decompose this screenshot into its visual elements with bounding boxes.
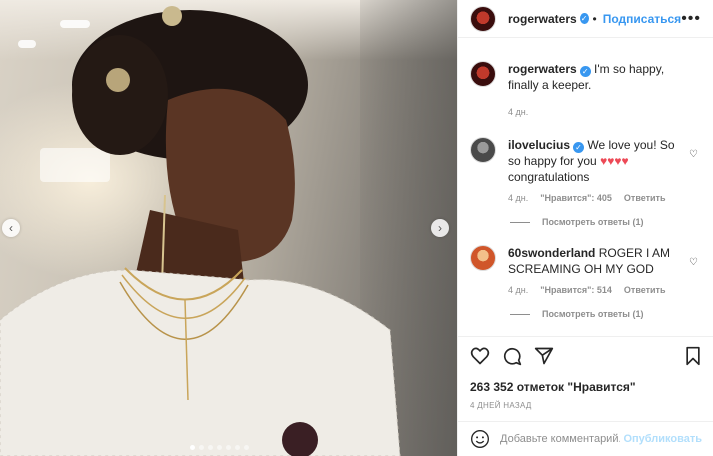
carousel-next-button[interactable]: › — [431, 219, 449, 237]
verified-icon: ✓ — [573, 142, 585, 153]
likes-count[interactable]: 263 352 отметок "Нравится" — [470, 380, 702, 394]
portrait-illustration — [0, 6, 401, 456]
reply-button[interactable]: Ответить — [624, 285, 666, 295]
post-side-panel: rogerwaters ✓ • Подписаться ••• rogerwat… — [457, 0, 713, 456]
carousel-dot — [208, 445, 213, 450]
post-photo[interactable]: ‹ › — [0, 0, 457, 456]
like-comment-heart-icon[interactable]: ♡ — [689, 149, 698, 160]
like-comment-heart-icon[interactable]: ♡ — [689, 257, 698, 268]
post-header: rogerwaters ✓ • Подписаться ••• — [458, 0, 713, 38]
comment-item: ilovelucius ✓ We love you! So so happy fo… — [470, 137, 702, 203]
commenter-avatar[interactable] — [470, 137, 496, 163]
red-hearts-emoji: ♥♥♥♥ — [600, 154, 629, 168]
share-icon[interactable] — [534, 346, 554, 366]
carousel-dot — [190, 445, 195, 450]
add-comment-bar: Опубликовать — [458, 421, 713, 456]
carousel-dots — [190, 445, 249, 450]
comment-time[interactable]: 4 дн. — [508, 285, 528, 295]
emoji-icon[interactable] — [470, 429, 490, 449]
chevron-left-icon: ‹ — [9, 221, 13, 235]
carousel-prev-button[interactable]: ‹ — [2, 219, 20, 237]
verified-icon: ✓ — [579, 13, 589, 24]
author-username[interactable]: rogerwaters — [508, 12, 577, 26]
view-replies-button[interactable]: Посмотреть ответы (1) — [510, 309, 702, 319]
post-time-ago[interactable]: 4 ДНЕЙ НАЗАД — [470, 401, 702, 410]
separator-dot: • — [592, 11, 597, 26]
commenter-avatar[interactable] — [470, 245, 496, 271]
reply-button[interactable]: Ответить — [624, 193, 666, 203]
comment-username[interactable]: 60swonderland — [508, 246, 595, 260]
caption-username[interactable]: rogerwaters — [508, 62, 577, 76]
publish-button[interactable]: Опубликовать — [623, 433, 702, 445]
view-replies-button[interactable]: Посмотреть ответы (1) — [510, 217, 702, 227]
more-options-icon[interactable]: ••• — [681, 10, 701, 28]
replies-line — [510, 313, 530, 315]
comment-input[interactable] — [500, 433, 620, 445]
caption: rogerwaters ✓ I'm so happy, finally a kee… — [470, 61, 702, 117]
view-replies-label: Посмотреть ответы (1) — [542, 309, 644, 319]
caption-time[interactable]: 4 дн. — [508, 107, 528, 117]
post-actions: 263 352 отметок "Нравится" 4 ДНЕЙ НАЗАД — [458, 336, 713, 410]
comment-likes-count[interactable]: "Нравится": 514 — [540, 285, 612, 295]
carousel-dot — [235, 445, 240, 450]
carousel-dot — [244, 445, 249, 450]
carousel-dot — [217, 445, 222, 450]
heart-icon[interactable] — [470, 346, 490, 366]
author-avatar[interactable] — [470, 5, 496, 32]
view-replies-label: Посмотреть ответы (1) — [542, 217, 644, 227]
action-icons — [470, 345, 702, 367]
caption-avatar[interactable] — [470, 61, 496, 87]
comment-username[interactable]: ilovelucius — [508, 138, 570, 152]
chevron-right-icon: › — [438, 221, 442, 235]
comment-text-after: congratulations — [508, 170, 590, 184]
verified-icon: ✓ — [579, 66, 591, 77]
comment-item: 60swonderland ROGER I AM SCREAMING OH MY… — [470, 245, 702, 295]
comments-list[interactable]: rogerwaters ✓ I'm so happy, finally a kee… — [458, 39, 713, 336]
comment-likes-count[interactable]: "Нравится": 405 — [540, 193, 612, 203]
follow-button[interactable]: Подписаться — [603, 12, 681, 26]
replies-line — [510, 221, 530, 223]
carousel-dot — [199, 445, 204, 450]
comment-icon[interactable] — [502, 346, 522, 366]
carousel-dot — [226, 445, 231, 450]
bookmark-icon[interactable] — [684, 346, 702, 366]
comment-time[interactable]: 4 дн. — [508, 193, 528, 203]
